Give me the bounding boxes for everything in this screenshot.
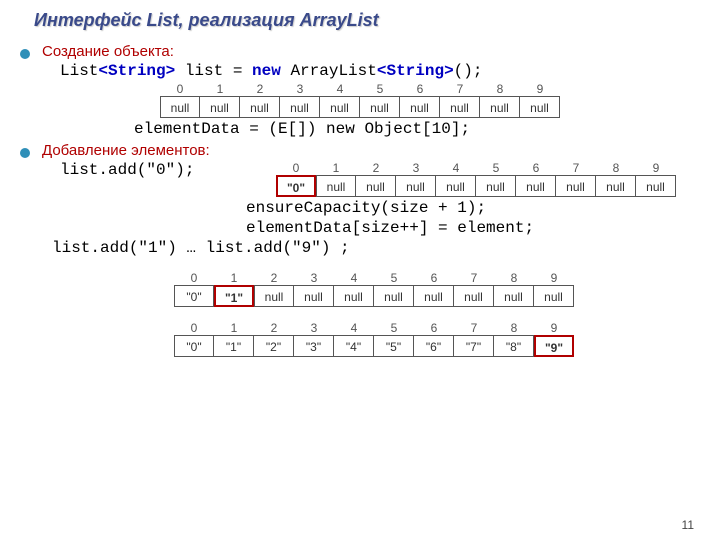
array-table-1: 0123456789nullnullnullnullnullnullnullnu… bbox=[160, 82, 560, 118]
code-line-assign: elementData[size++] = element; bbox=[246, 219, 696, 237]
section-heading-add: Добавление элементов: bbox=[42, 142, 210, 159]
bullet-icon bbox=[20, 148, 30, 158]
array-table-2: 0123456789"0"nullnullnullnullnullnullnul… bbox=[276, 161, 676, 197]
slide-title: Интерфейс List, реализация ArrayList bbox=[34, 10, 696, 31]
page-number: 11 bbox=[682, 518, 694, 532]
code-line-ensurecap: ensureCapacity(size + 1); bbox=[246, 199, 696, 217]
bullet-icon bbox=[20, 49, 30, 59]
code-line-add0: list.add("0"); bbox=[60, 161, 194, 179]
array-table-4: 0123456789"0""1""2""3""4""5""6""7""8""9" bbox=[174, 321, 574, 357]
section-heading-create: Создание объекта: bbox=[42, 43, 174, 60]
code-line-add1to9: list.add("1") … list.add("9") ; bbox=[52, 239, 696, 257]
array-table-3: 0123456789"0""1"nullnullnullnullnullnull… bbox=[174, 271, 574, 307]
code-line-elementdata: elementData = (E[]) new Object[10]; bbox=[134, 120, 696, 138]
code-line-declaration: List<String> list = new ArrayList<String… bbox=[60, 62, 696, 80]
